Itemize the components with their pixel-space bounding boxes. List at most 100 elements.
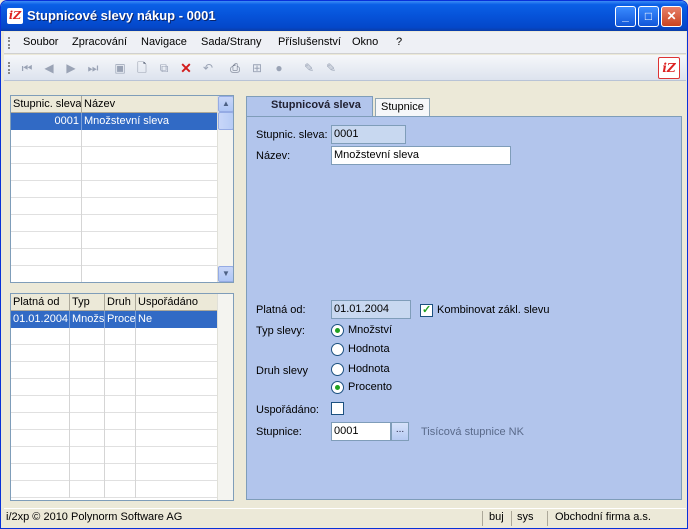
column-header-usporadano[interactable]: Uspořádáno [136, 294, 219, 311]
menu-navigace[interactable]: Navigace [141, 36, 187, 48]
cell-nazev: Množstevní sleva [82, 113, 219, 130]
stupnice-field[interactable]: 0001 [331, 422, 391, 441]
nazev-field[interactable]: Množstevní sleva [331, 146, 511, 165]
empty-row [11, 249, 219, 266]
column-header-nazev[interactable]: Název [82, 96, 219, 113]
cell-stupnic: 0001 [11, 113, 82, 130]
empty-row [11, 396, 219, 413]
typ-slevy-label: Typ slevy: [256, 325, 305, 337]
edit-icon[interactable]: ✎ [300, 59, 318, 77]
print-icon[interactable]: ⎙ [226, 59, 244, 77]
app-icon[interactable]: iZ [7, 8, 23, 24]
tab-stupnice[interactable]: Stupnice [375, 98, 430, 116]
empty-row [11, 379, 219, 396]
typ-mnozstvi-label: Množství [348, 324, 393, 336]
tab-stupnicova-sleva[interactable]: Stupnicová sleva [246, 96, 373, 117]
next-record-icon[interactable]: ▶ [62, 59, 80, 77]
toolbar-grip [8, 62, 11, 74]
kombinovat-label: Kombinovat zákl. slevu [437, 304, 550, 316]
menu-prislusenstvi[interactable]: Příslušenství [278, 36, 341, 48]
menu-grip [8, 37, 11, 49]
cell-platna-od: 01.01.2004 [11, 311, 70, 328]
scroll-thumb[interactable] [218, 112, 233, 130]
scroll-down-icon[interactable]: ▼ [218, 266, 233, 282]
menu-bar: Soubor Zpracování Navigace Sada/Strany P… [4, 32, 686, 54]
copy-icon[interactable]: ⧉ [155, 59, 173, 77]
undo-icon[interactable]: ↶ [199, 59, 217, 77]
kombinovat-checkbox[interactable] [420, 303, 433, 317]
platna-od-label: Platná od: [256, 304, 306, 316]
typ-hodnota-radio[interactable] [331, 343, 344, 356]
empty-row [11, 198, 219, 215]
druh-hodnota-radio[interactable] [331, 363, 344, 376]
stupnice-description: Tisícová stupnice NK [421, 426, 524, 438]
toolbar: ⏮ ◀ ▶ ⏭ ▣ 🗋 ⧉ ✕ ↶ ⎙ ⊞ ● ✎ ✎ iZ [4, 55, 686, 81]
menu-sada-strany[interactable]: Sada/Strany [201, 36, 262, 48]
title-bar[interactable]: iZ Stupnicové slevy nákup - 0001 _ □ ✕ [1, 1, 687, 31]
column-header-typ[interactable]: Typ [70, 294, 105, 311]
stupnic-sleva-label: Stupnic. sleva: [256, 129, 328, 141]
status-separator [547, 511, 548, 526]
druh-procento-radio[interactable] [331, 381, 344, 394]
save-icon[interactable]: ▣ [111, 59, 129, 77]
close-button[interactable]: ✕ [661, 6, 682, 27]
cell-typ: Množs [70, 311, 105, 328]
usporadano-checkbox[interactable] [331, 402, 344, 415]
first-record-icon[interactable]: ⏮ [18, 59, 36, 77]
nazev-label: Název: [256, 150, 291, 162]
column-header-platna-od[interactable]: Platná od [11, 294, 70, 311]
empty-row [11, 345, 219, 362]
menu-soubor[interactable]: Soubor [23, 36, 58, 48]
vertical-scrollbar[interactable]: ▲ ▼ [217, 96, 233, 282]
empty-row [11, 430, 219, 447]
empty-row [11, 215, 219, 232]
empty-row [11, 130, 219, 147]
new-document-icon[interactable]: 🗋 [133, 59, 151, 77]
status-bar: i/2xp © 2010 Polynorm Software AG buj sy… [4, 508, 686, 527]
record-icon[interactable]: ● [270, 59, 288, 77]
status-company: Obchodní firma a.s. [555, 511, 651, 523]
stupnice-lookup-button[interactable]: ... [391, 422, 409, 441]
company-logo: iZ [658, 57, 680, 79]
platna-od-field[interactable]: 01.01.2004 [331, 300, 411, 319]
tab-strip: Stupnicová sleva Stupnice [246, 96, 682, 117]
typ-mnozstvi-radio[interactable] [331, 324, 344, 337]
scroll-up-icon[interactable]: ▲ [218, 96, 233, 112]
table-row[interactable]: 01.01.2004 Množs Proce Ne [11, 311, 219, 328]
status-separator [482, 511, 483, 526]
status-user: buj [489, 511, 504, 523]
status-system: sys [517, 511, 534, 523]
validity-list-grid[interactable]: Platná od Typ Druh Uspořádáno 01.01.2004… [10, 293, 234, 501]
minimize-button[interactable]: _ [615, 6, 636, 27]
table-row[interactable]: 0001 Množstevní sleva [11, 113, 219, 130]
menu-okno[interactable]: Okno [352, 36, 378, 48]
app-window: iZ Stupnicové slevy nákup - 0001 _ □ ✕ S… [0, 0, 688, 529]
menu-zpracovani[interactable]: Zpracování [72, 36, 127, 48]
maximize-button[interactable]: □ [638, 6, 659, 27]
edit-alt-icon[interactable]: ✎ [322, 59, 340, 77]
delete-icon[interactable]: ✕ [177, 59, 195, 77]
empty-row [11, 464, 219, 481]
column-header-druh[interactable]: Druh [105, 294, 136, 311]
druh-procento-label: Procento [348, 381, 393, 393]
tree-icon[interactable]: ⊞ [248, 59, 266, 77]
typ-hodnota-label: Hodnota [348, 343, 390, 355]
empty-row [11, 232, 219, 249]
prev-record-icon[interactable]: ◀ [40, 59, 58, 77]
window-title: Stupnicové slevy nákup - 0001 [27, 8, 216, 23]
empty-row [11, 413, 219, 430]
menu-help[interactable]: ? [396, 36, 402, 48]
empty-row [11, 362, 219, 379]
detail-panel: Stupnic. sleva: 0001 Název: Množstevní s… [246, 116, 682, 500]
close-icon: ✕ [666, 9, 677, 23]
vertical-scrollbar[interactable] [217, 294, 233, 500]
empty-row [11, 481, 219, 498]
last-record-icon[interactable]: ⏭ [84, 59, 102, 77]
stupnic-sleva-field[interactable]: 0001 [331, 125, 406, 144]
discount-list-grid[interactable]: Stupnic. sleva Název 0001 Množstevní sle… [10, 95, 234, 283]
column-header-stupnic[interactable]: Stupnic. sleva [11, 96, 82, 113]
cell-druh: Proce [105, 311, 136, 328]
usporadano-label: Uspořádáno: [256, 404, 319, 416]
minimize-icon: _ [622, 9, 629, 23]
cell-usporadano: Ne [136, 311, 219, 328]
